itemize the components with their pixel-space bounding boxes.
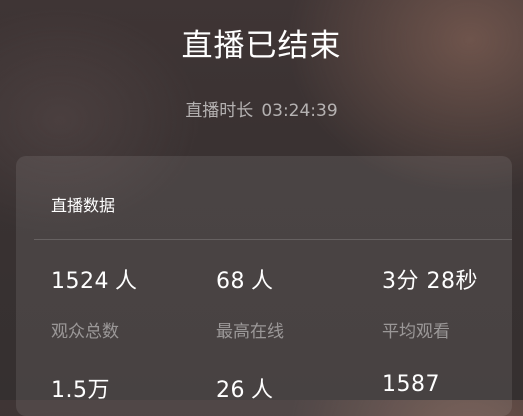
stat-value: 1.5万 — [51, 372, 110, 404]
stat-row2-item-1: 1.5万 — [51, 372, 110, 404]
stat-value: 68 人 — [216, 263, 284, 295]
stat-number: 3分 28秒 — [382, 269, 478, 294]
stat-unit: 人 — [115, 269, 138, 294]
card-divider — [34, 239, 512, 240]
stat-label: 观众总数 — [51, 322, 119, 342]
stat-number: 1587 — [382, 372, 440, 397]
live-duration: 直播时长 03:24:39 — [0, 96, 523, 121]
stat-label: 最高在线 — [216, 322, 284, 342]
stat-row2-item-2: 26 人 — [216, 372, 273, 404]
stat-number: 1524 — [51, 269, 109, 294]
live-duration-value: 03:24:39 — [261, 101, 338, 121]
stat-label: 平均观看 — [382, 322, 450, 342]
stat-value: 3分 28秒 — [382, 263, 478, 295]
live-ended-title: 直播已结束 — [181, 28, 342, 64]
stat-average-watch: 3分 28秒 平均观看 — [382, 263, 478, 342]
stat-value: 26 人 — [216, 372, 273, 404]
stat-number: 26 — [216, 378, 245, 403]
stat-row2-item-3: 1587 — [382, 372, 440, 397]
stat-unit: 人 — [251, 269, 274, 294]
stat-value: 1524 人 — [51, 263, 137, 295]
stat-value: 1587 — [382, 372, 440, 397]
stat-number: 1.5万 — [51, 378, 110, 403]
stat-number: 68 — [216, 269, 245, 294]
stat-total-viewers: 1524 人 观众总数 — [51, 263, 137, 342]
stat-peak-online: 68 人 最高在线 — [216, 263, 284, 342]
live-stats-title: 直播数据 — [51, 196, 116, 215]
stat-unit: 人 — [251, 378, 274, 403]
live-stats-card: 直播数据 1524 人 观众总数 68 人 最高在线 3分 28秒 平均观看 1.5… — [16, 156, 512, 416]
live-duration-label: 直播时长 — [185, 101, 254, 121]
